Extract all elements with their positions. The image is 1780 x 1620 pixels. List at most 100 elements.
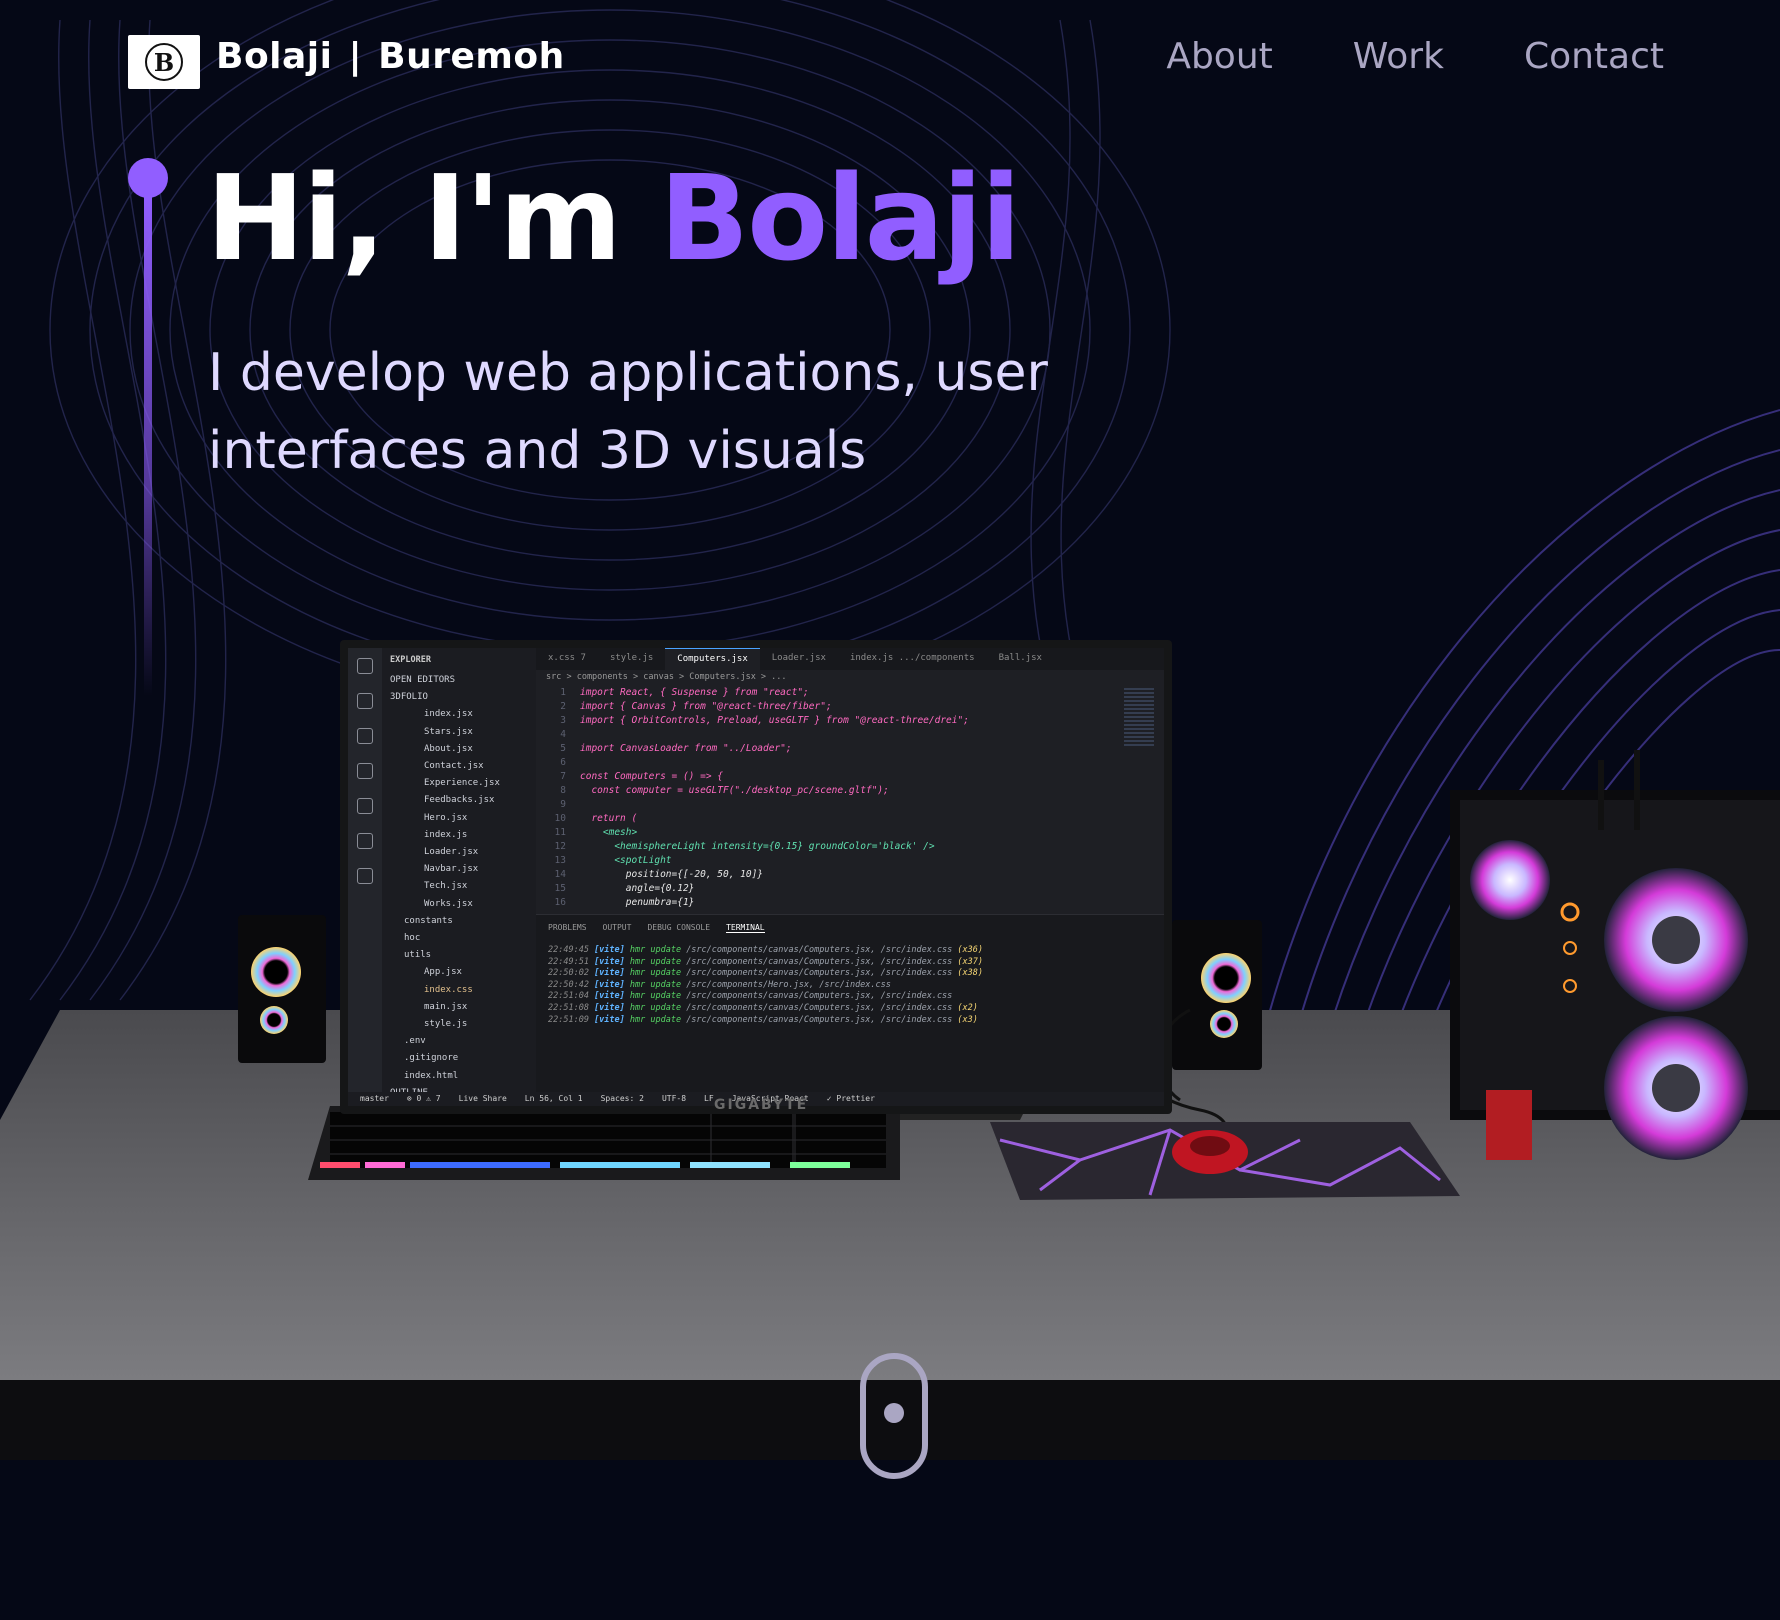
nav-link-work[interactable]: Work [1353,36,1444,77]
terminal-output: 22:49:45 [vite] hmr update /src/componen… [536,941,1164,1030]
code-line: 7 const Computers = () => { [560,771,723,782]
editor-minimap [1124,688,1154,748]
code-line: 1 import React, { Suspense } from "react"… [560,687,809,698]
code-editor-screenshot: EXPLORER OPEN EDITORS 3DFOLIO index.jsx … [348,648,1164,1106]
project-folder: 3DFOLIO [390,692,428,703]
hero-subtitle: I develop web applications, user interfa… [208,343,1048,481]
file-item: index.css [424,984,473,995]
search-icon [357,693,373,709]
code-line: 16 penumbra={1} [554,897,695,908]
editor-tab-active: Computers.jsx [665,648,760,670]
file-item: Stars.jsx [424,726,473,737]
hero-greeting: Hi, I'm [206,149,622,287]
files-icon [357,658,373,674]
hero-heading: Hi, I'm Bolaji [206,148,1021,288]
panel-tab-active: TERMINAL [726,923,765,933]
editor-explorer: EXPLORER OPEN EDITORS 3DFOLIO index.jsx … [382,648,536,1098]
terminal-line: 22:50:42 [vite] hmr update /src/componen… [548,979,891,990]
file-item: Tech.jsx [424,881,468,892]
panel-tab: DEBUG CONSOLE [647,923,711,932]
brand-first-name: Bolaji [216,36,333,77]
terminal-line: 22:51:09 [vite] hmr update /src/componen… [548,1014,978,1025]
hero-name: Bolaji [659,149,1021,287]
code-line: 11 <mesh> [554,827,638,838]
monitor-screen: EXPLORER OPEN EDITORS 3DFOLIO index.jsx … [340,640,1172,1114]
file-item: .env [404,1036,426,1047]
scroll-dot [884,1403,904,1423]
folder-item: hoc [404,933,421,944]
file-item: Navbar.jsx [424,864,479,875]
file-item: main.jsx [424,1001,468,1012]
status-item: Live Share [458,1094,507,1103]
file-item: .gitignore [404,1053,459,1064]
code-line: 6 [560,757,566,768]
extensions-icon [357,798,373,814]
file-item: About.jsx [424,743,473,754]
panel-tabs: PROBLEMS OUTPUT DEBUG CONSOLE TERMINAL [536,915,1164,941]
code-line: 10 return ( [554,813,638,824]
code-line: 2 import { Canvas } from "@react-three/fi… [560,701,832,712]
file-item: Works.jsx [424,898,473,909]
nav-links: About Work Contact [1166,36,1664,77]
logo[interactable]: B [128,35,200,89]
circle-b-logo-icon: B [145,43,183,81]
editor-activity-bar [348,648,383,1092]
history-icon [357,868,373,884]
run-debug-icon [357,763,373,779]
folder-item: constants [404,915,453,926]
open-editors: OPEN EDITORS [390,675,456,685]
status-item: LF [704,1094,714,1103]
hero-indicator-dot [128,158,168,198]
file-item: Hero.jsx [424,812,468,823]
editor-tab: x.css 7 [548,653,586,663]
code-line: 15 angle={0.12} [554,883,695,894]
nav-link-about[interactable]: About [1166,36,1272,77]
file-item: Experience.jsx [424,778,500,789]
editor-breadcrumb: src > components > canvas > Computers.js… [546,672,787,682]
file-item: Contact.jsx [424,761,484,772]
top-navbar: B Bolaji | Buremoh About Work Contact [0,0,1780,124]
status-item: master [360,1094,389,1103]
code-line: 4 [560,729,566,740]
panel-tab: PROBLEMS [548,923,587,932]
nav-link-contact[interactable]: Contact [1524,36,1664,77]
editor-tab: Loader.jsx [771,653,826,663]
status-item: Ln 56, Col 1 [524,1094,583,1103]
monitor-brand: GIGABYTE [714,1097,809,1113]
status-item: ⊗ 0 ⚠ 7 [406,1094,441,1103]
code-line: 12 <hemisphereLight intensity={0.15} gro… [554,841,935,852]
mouse-scroll-icon[interactable] [860,1353,928,1479]
file-item: index.html [404,1070,459,1081]
brand-name[interactable]: Bolaji | Buremoh [216,36,565,77]
folder-item: utils [404,950,432,961]
code-line: 9 [560,799,566,810]
file-item: Loader.jsx [424,847,479,858]
editor-tabs: x.css 7 style.js Computers.jsx Loader.js… [536,648,1164,670]
file-item: Feedbacks.jsx [424,795,495,806]
source-control-icon [357,728,373,744]
code-line: 13 <spotLight [554,855,672,866]
terminal-line: 22:51:08 [vite] hmr update /src/componen… [548,1002,978,1013]
code-line: 5 import CanvasLoader from "../Loader"; [560,743,792,754]
file-item: index.jsx [424,709,473,720]
status-item: UTF-8 [661,1094,687,1103]
code-line: 3 import { OrbitControls, Preload, useGLT… [560,715,969,726]
editor-tab: style.js [609,653,654,663]
remote-icon [357,833,373,849]
editor-terminal-panel: PROBLEMS OUTPUT DEBUG CONSOLE TERMINAL 2… [536,914,1164,1093]
status-item: Spaces: 2 [600,1094,644,1103]
terminal-line: 22:49:45 [vite] hmr update /src/componen… [548,945,984,955]
terminal-line: 22:50:02 [vite] hmr update /src/componen… [548,968,984,979]
code-line: 8 const computer = useGLTF("./desktop_pc… [560,785,889,796]
code-area: 1 import React, { Suspense } from "react"… [536,686,1096,912]
terminal-line: 22:51:04 [vite] hmr update /src/componen… [548,991,953,1002]
file-item: index.js [424,829,468,840]
file-item: style.js [424,1019,468,1030]
brand-last-name: Buremoh [378,36,565,77]
explorer-title: EXPLORER [390,655,431,665]
terminal-line: 22:49:51 [vite] hmr update /src/componen… [548,956,984,967]
editor-tab: Ball.jsx [998,653,1042,663]
code-line: 14 position={[-20, 50, 10]} [554,869,764,880]
computer-3d-canvas[interactable]: EXPLORER OPEN EDITORS 3DFOLIO index.jsx … [0,600,1780,1480]
editor-tab: index.js .../components [849,653,975,663]
